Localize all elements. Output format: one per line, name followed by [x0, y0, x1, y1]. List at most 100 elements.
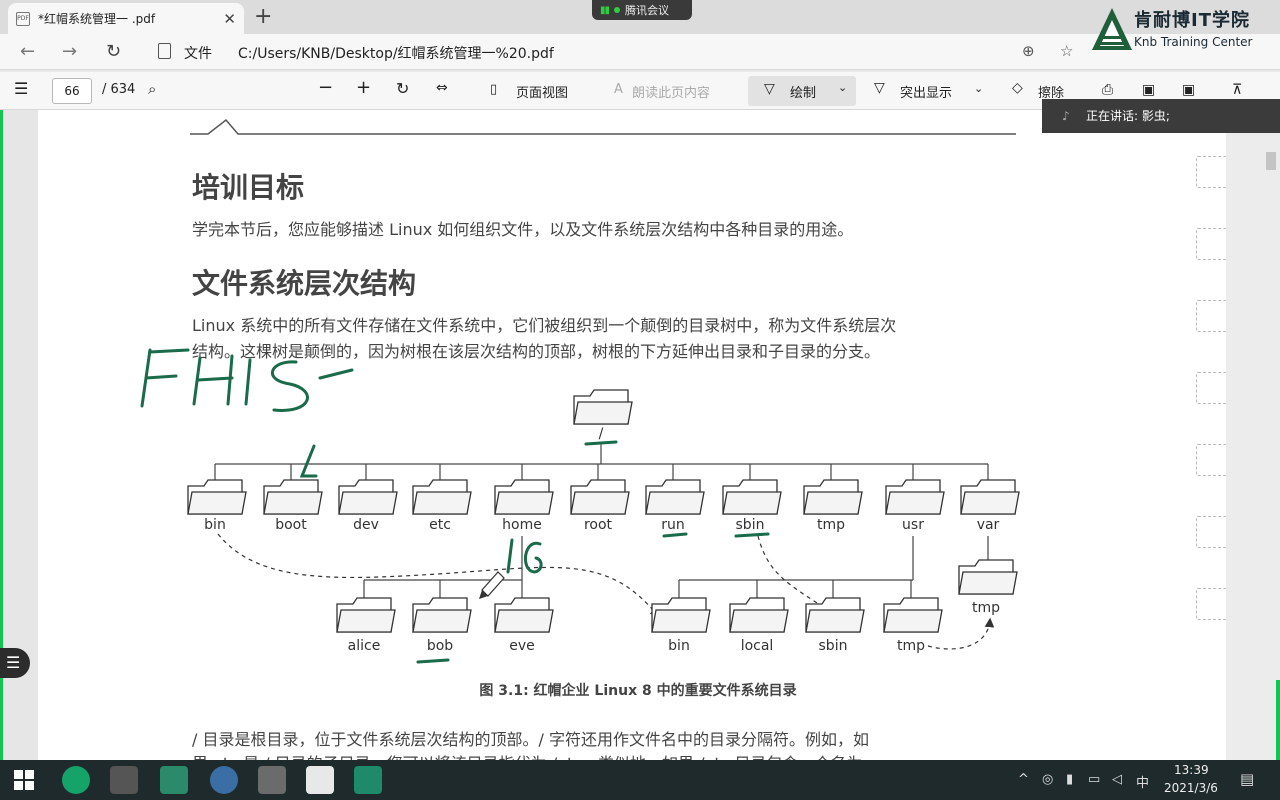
dir-usr-folder-icon	[885, 479, 945, 515]
save-icon[interactable]: ▣	[1142, 82, 1155, 98]
app-icon-green[interactable]	[62, 766, 90, 794]
save-as-icon[interactable]: ▣	[1182, 82, 1195, 98]
home-alice-folder-icon	[336, 597, 396, 633]
volume-icon[interactable]: ◁	[1112, 772, 1122, 787]
favorite-icon[interactable]: ☆	[1060, 42, 1073, 60]
file-icon	[158, 43, 171, 59]
chevron-down-icon[interactable]: ⌄	[974, 82, 983, 95]
page-view-button[interactable]: 页面视图	[516, 82, 568, 101]
microphone-icon[interactable]: ▮	[1066, 772, 1073, 787]
app-icon-cart[interactable]	[110, 766, 138, 794]
logo-subtitle: Knb Training Center	[1134, 35, 1253, 49]
tab-title: *红帽系统管理一 .pdf	[38, 12, 156, 26]
page-thumbnail[interactable]	[1196, 156, 1230, 188]
page-total: / 634	[102, 82, 136, 97]
read-aloud-icon: A	[614, 82, 623, 97]
figure-caption: 图 3.1: 红帽企业 Linux 8 中的重要文件系统目录	[479, 683, 797, 699]
tab-active[interactable]: PDF *红帽系统管理一 .pdf ✕	[8, 3, 244, 34]
dir-tmp-folder-icon	[803, 479, 863, 515]
app-icon-terminal[interactable]	[160, 766, 188, 794]
tray-icon[interactable]: ◎	[1042, 772, 1053, 787]
paragraph-fhs-line1: Linux 系统中的所有文件存储在文件系统中，它们被组织到一个颠倒的目录树中，称…	[192, 316, 897, 335]
search-icon[interactable]: ⌕	[148, 80, 156, 98]
address-bar: ← → ↻ 文件 C:/Users/KNB/Desktop/红帽系统管理一%20…	[0, 34, 1280, 70]
print-icon[interactable]: ⎙	[1102, 82, 1113, 98]
app-icon-chart[interactable]	[354, 766, 382, 794]
scrollbar-thumb[interactable]	[1266, 152, 1276, 170]
forward-icon[interactable]: →	[62, 41, 77, 62]
dir-label-root: /	[599, 426, 604, 442]
filesystem-diagram: / bin boot dev etc home root run sbin tmp usr var al…	[187, 389, 1020, 654]
app-icon-window[interactable]	[258, 766, 286, 794]
page-thumbnail[interactable]	[1196, 228, 1230, 260]
rotate-icon[interactable]: ↻	[396, 79, 409, 98]
zoom-out-icon[interactable]: −	[318, 77, 333, 98]
dir-sbin-folder-icon	[722, 479, 782, 515]
windows-start-icon[interactable]	[14, 770, 34, 790]
edge-browser-icon[interactable]	[210, 766, 238, 794]
speaking-overlay: ♪ 正在讲话: 影虫;	[1042, 99, 1280, 133]
right-rail	[1226, 110, 1280, 760]
new-tab-button[interactable]: +	[254, 4, 272, 29]
usr-sbin-folder-icon	[805, 597, 865, 633]
read-aloud-button[interactable]: 朗读此页内容	[632, 82, 710, 101]
logo-name: 肯耐博IT学院	[1134, 10, 1250, 31]
url-text[interactable]: C:/Users/KNB/Desktop/红帽系统管理一%20.pdf	[238, 43, 554, 63]
dir-label-home: home	[502, 517, 542, 533]
recording-dot-icon	[614, 7, 621, 13]
dir-run-folder-icon	[645, 479, 705, 515]
pin-icon[interactable]: ⊼	[1232, 82, 1242, 98]
draw-label: 绘制	[790, 86, 817, 101]
var-tmp-folder-icon	[958, 559, 1018, 595]
tab-strip: PDF *红帽系统管理一 .pdf ✕ + ▮▮ 腾讯会议	[0, 0, 1280, 34]
draw-icon: ▽	[764, 81, 775, 97]
page-number-input[interactable]: 66	[52, 78, 92, 104]
network-icon[interactable]: ▭	[1088, 772, 1100, 787]
dir-label-sbin: sbin	[736, 517, 765, 533]
chevron-down-icon[interactable]: ⌄	[838, 81, 847, 94]
home-eve-folder-icon	[494, 597, 554, 633]
app-icon-meeting[interactable]	[306, 766, 334, 794]
dir-boot-folder-icon	[263, 479, 323, 515]
heading-training-goals: 培训目标	[192, 171, 305, 204]
dir-label-usr-bin: bin	[668, 638, 690, 654]
address-file-label: 文件	[184, 46, 212, 62]
meeting-label: 腾讯会议	[625, 4, 670, 17]
dir-etc-folder-icon	[412, 479, 472, 515]
back-icon[interactable]: ←	[20, 41, 35, 62]
fit-width-icon[interactable]: ⇔	[436, 80, 448, 96]
dir-label-usr-tmp: tmp	[897, 638, 925, 654]
ime-indicator[interactable]: 中	[1136, 772, 1149, 791]
draw-button[interactable]: ▽ 绘制 ⌄	[748, 76, 856, 106]
page-view-icon: ▯	[490, 82, 498, 97]
screen-share-border-right	[1276, 680, 1280, 760]
dir-label-tmp: tmp	[817, 517, 845, 533]
clock-time[interactable]: 13:39	[1174, 763, 1209, 777]
dir-label-boot: boot	[275, 517, 307, 533]
zoom-icon[interactable]: ⊕	[1022, 42, 1035, 60]
usr-bin-folder-icon	[651, 597, 711, 633]
clock-date[interactable]: 2021/3/6	[1164, 781, 1218, 795]
dir-var-folder-icon	[960, 479, 1020, 515]
dir-label-usr: usr	[902, 517, 924, 533]
brand-logo: 肯耐博IT学院 Knb Training Center	[1090, 6, 1280, 56]
paragraph-root-line1: / 目录是根目录，位于文件系统层次结构的顶部。/ 字符还用作文件名中的目录分隔符…	[192, 730, 869, 749]
tray-expand-icon[interactable]: ^	[1018, 772, 1029, 787]
meeting-pill[interactable]: ▮▮ 腾讯会议	[592, 0, 692, 20]
dir-label-home-bob: bob	[427, 638, 453, 654]
taskbar: ^ ◎ ▮ ▭ ◁ 中 13:39 2021/3/6 ▤	[0, 760, 1280, 800]
microphone-icon: ♪	[1062, 109, 1070, 123]
contents-icon[interactable]: ☰	[14, 79, 28, 98]
heading-fhs: 文件系统层次结构	[192, 267, 417, 300]
speaking-label: 正在讲话: 影虫;	[1086, 109, 1170, 123]
floating-menu-icon[interactable]: ☰	[0, 648, 30, 678]
usr-tmp-folder-icon	[883, 597, 943, 633]
notification-icon[interactable]: ▤	[1240, 770, 1254, 788]
tab-close-icon[interactable]: ✕	[223, 10, 236, 28]
highlight-button[interactable]: 突出显示	[900, 82, 952, 101]
page-thumbnail[interactable]	[1196, 300, 1230, 332]
reload-icon[interactable]: ↻	[106, 41, 121, 62]
logo-mark-icon	[1092, 8, 1132, 50]
zoom-in-icon[interactable]: +	[356, 77, 371, 98]
dir-home-folder-icon	[494, 479, 554, 515]
